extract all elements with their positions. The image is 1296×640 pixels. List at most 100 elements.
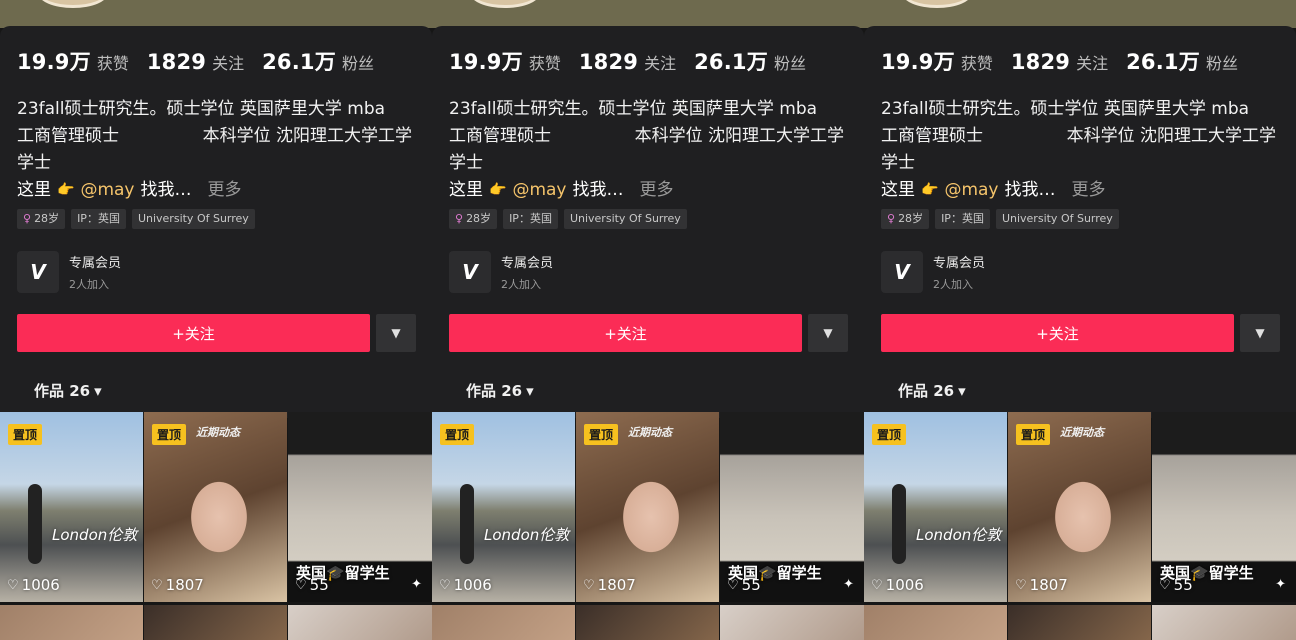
stat-following-label: 关注: [1076, 54, 1109, 73]
pointing-hand-icon: 👉: [57, 182, 75, 198]
video-thumb[interactable]: 英国🎓留学生 ✦ ♡ 55: [288, 412, 432, 602]
school-tag[interactable]: University Of Surrey: [995, 209, 1119, 229]
stat-followers-label: 粉丝: [773, 54, 806, 73]
mention-link[interactable]: @may: [80, 178, 134, 202]
more-link[interactable]: 更多: [207, 178, 241, 202]
video-thumb[interactable]: 置顶 London伦敦 ♡ 1006: [864, 412, 1007, 602]
video-caption: 近期动态: [1060, 426, 1104, 439]
bio: 23fall硕士研究生。硕士学位 英国萨里大学 mba 工商管理硕士 本科学位 …: [17, 96, 422, 177]
video-grid: 置顶 London伦敦 ♡ 1006 置顶 近期动态 ♡ 1807 英国🎓留学生 ✦…: [864, 412, 1296, 640]
stat-likes[interactable]: 19.9万 获赞: [17, 46, 129, 76]
chevron-down-icon: ▾: [94, 381, 102, 400]
age-tag: ♀ 28岁: [449, 209, 498, 229]
video-thumb[interactable]: [720, 605, 864, 640]
stat-following-value: 1829: [1010, 50, 1071, 74]
school-tag[interactable]: University Of Surrey: [131, 209, 255, 229]
video-thumb[interactable]: 置顶 London伦敦 ♡ 1006: [0, 412, 143, 602]
video-thumb[interactable]: [864, 605, 1007, 640]
stat-following-label: 关注: [212, 54, 245, 73]
video-thumb[interactable]: [432, 605, 575, 640]
membership-count: 2人加入: [933, 278, 973, 291]
bio-line-2-right: 本科学位 沈阳理工大学工学: [1066, 126, 1276, 146]
video-thumb[interactable]: [1152, 605, 1296, 640]
bio: 23fall硕士研究生。硕士学位 英国萨里大学 mba 工商管理硕士 本科学位 …: [449, 96, 854, 177]
stats-row: 19.9万 获赞 1829 关注 26.1万 粉丝: [881, 46, 1238, 76]
bio-line-2-left: 工商管理硕士: [17, 126, 119, 146]
bio-line-3: 学士: [449, 153, 483, 173]
heart-icon: ♡: [583, 577, 595, 593]
works-tab[interactable]: 作品 26 ▾: [898, 380, 966, 401]
bio-line-1: 23fall硕士研究生。硕士学位 英国萨里大学 mba: [449, 99, 818, 119]
more-link[interactable]: 更多: [1071, 178, 1105, 202]
mention-link[interactable]: @may: [512, 178, 566, 202]
video-thumb[interactable]: 英国🎓留学生 ✦ ♡ 55: [1152, 412, 1296, 602]
follow-button[interactable]: +关注: [881, 314, 1234, 352]
ip-tag: IP：英国: [71, 209, 126, 229]
like-count: ♡ 55: [727, 576, 761, 594]
stat-following[interactable]: 1829 关注: [579, 50, 676, 74]
like-count-value: 1807: [165, 576, 204, 594]
bio-line-3: 学士: [881, 153, 915, 173]
stat-likes-label: 获赞: [96, 54, 129, 73]
mention-link[interactable]: @may: [944, 178, 998, 202]
like-count: ♡ 1807: [583, 576, 636, 594]
stat-followers[interactable]: 26.1万 粉丝: [694, 46, 806, 76]
video-thumb[interactable]: 置顶 近期动态 ♡ 1807: [144, 412, 287, 602]
video-thumb[interactable]: [576, 605, 719, 640]
profile-panel-2: 19.9万 获赞 1829 关注 26.1万 粉丝 23fall硕士研究生。硕士…: [432, 0, 864, 640]
stat-likes[interactable]: 19.9万 获赞: [881, 46, 993, 76]
bio-line-2-left: 工商管理硕士: [881, 126, 983, 146]
stat-followers-label: 粉丝: [1205, 54, 1238, 73]
stat-likes-value: 19.9万: [881, 50, 955, 74]
caret-down-icon: ▼: [391, 326, 401, 340]
pinned-badge: 置顶: [8, 424, 43, 445]
age-tag: ♀ 28岁: [881, 209, 930, 229]
bio-suffix: 找我…: [140, 180, 192, 200]
stats-row: 19.9万 获赞 1829 关注 26.1万 粉丝: [17, 46, 374, 76]
membership-entry[interactable]: V 专属会员 2人加入: [17, 251, 121, 293]
like-count-value: 1006: [885, 576, 924, 594]
stat-followers-label: 粉丝: [341, 54, 374, 73]
stat-following[interactable]: 1829 关注: [147, 50, 244, 74]
follow-dropdown-button[interactable]: ▼: [376, 314, 416, 352]
follow-button[interactable]: +关注: [17, 314, 370, 352]
bio-prefix: 这里: [17, 180, 51, 200]
bio-line-3: 学士: [17, 153, 51, 173]
video-thumb[interactable]: 英国🎓留学生 ✦ ♡ 55: [720, 412, 864, 602]
video-thumb[interactable]: [0, 605, 143, 640]
stat-likes[interactable]: 19.9万 获赞: [449, 46, 561, 76]
like-count-value: 1006: [21, 576, 60, 594]
more-link[interactable]: 更多: [639, 178, 673, 202]
stat-likes-value: 19.9万: [449, 50, 523, 74]
stat-followers[interactable]: 26.1万 粉丝: [262, 46, 374, 76]
school-tag[interactable]: University Of Surrey: [563, 209, 687, 229]
caret-down-icon: ▼: [1255, 326, 1265, 340]
sparkle-icon: ✦: [843, 577, 854, 592]
stat-likes-label: 获赞: [528, 54, 561, 73]
membership-entry[interactable]: V 专属会员 2人加入: [449, 251, 553, 293]
heart-icon: ♡: [7, 577, 19, 593]
membership-entry[interactable]: V 专属会员 2人加入: [881, 251, 985, 293]
figure-shape: [460, 484, 474, 564]
bio-line-1: 23fall硕士研究生。硕士学位 英国萨里大学 mba: [881, 99, 1250, 119]
like-count: ♡ 55: [295, 576, 329, 594]
works-tab[interactable]: 作品 26 ▾: [34, 380, 102, 401]
video-thumb[interactable]: 置顶 近期动态 ♡ 1807: [1008, 412, 1151, 602]
profile-tags: ♀ 28岁 IP：英国 University Of Surrey: [17, 209, 255, 229]
follow-dropdown-button[interactable]: ▼: [808, 314, 848, 352]
stat-following[interactable]: 1829 关注: [1011, 50, 1108, 74]
video-thumb[interactable]: 置顶 London伦敦 ♡ 1006: [432, 412, 575, 602]
video-thumb[interactable]: [144, 605, 287, 640]
pointing-hand-icon: 👉: [921, 182, 939, 198]
stat-followers[interactable]: 26.1万 粉丝: [1126, 46, 1238, 76]
video-caption: London伦敦: [484, 526, 570, 544]
follow-button[interactable]: +关注: [449, 314, 802, 352]
follow-dropdown-button[interactable]: ▼: [1240, 314, 1280, 352]
video-thumb[interactable]: [1008, 605, 1151, 640]
video-thumb[interactable]: 置顶 近期动态 ♡ 1807: [576, 412, 719, 602]
ip-tag: IP：英国: [935, 209, 990, 229]
works-tab[interactable]: 作品 26 ▾: [466, 380, 534, 401]
profile-panel-1: 19.9万 获赞 1829 关注 26.1万 粉丝 23fall硕士研究生。硕士…: [0, 0, 432, 640]
stats-row: 19.9万 获赞 1829 关注 26.1万 粉丝: [449, 46, 806, 76]
video-thumb[interactable]: [288, 605, 432, 640]
